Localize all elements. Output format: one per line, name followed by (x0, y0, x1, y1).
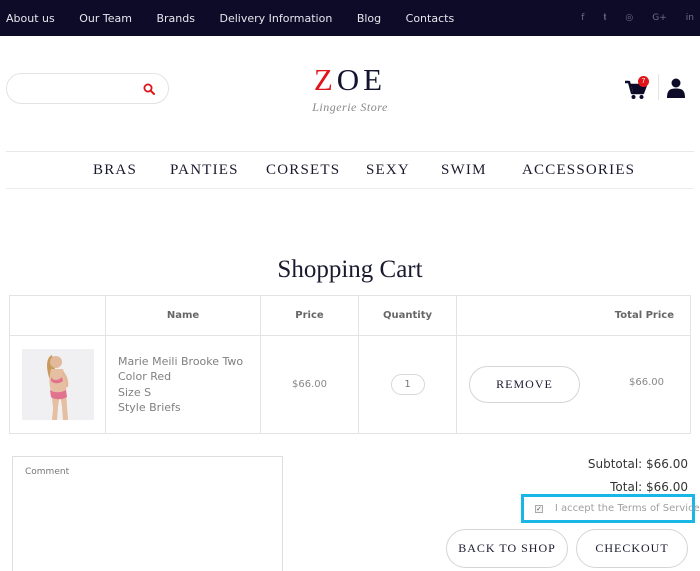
nav-link-blog[interactable]: Blog (357, 12, 381, 25)
product-image-cell (9, 335, 106, 434)
total-cell: REMOVE $66.00 (456, 335, 691, 434)
header-quantity: Quantity (358, 295, 457, 336)
quantity-input[interactable] (390, 374, 425, 395)
social-links: f 𝐭 ◎ G+ in (562, 0, 694, 36)
facebook-icon[interactable]: f (581, 13, 584, 23)
cart-count-badge: 7 (638, 76, 649, 87)
user-icon[interactable] (667, 78, 685, 98)
logo-first-letter: Z (313, 62, 337, 97)
category-corsets[interactable]: CORSETS (266, 162, 340, 179)
product-size: Size S (118, 385, 152, 399)
category-sexy[interactable]: SEXY (366, 162, 410, 179)
back-to-shop-button[interactable]: BACK TO SHOP (446, 529, 568, 568)
header-total-price: Total Price (456, 295, 691, 336)
remove-button[interactable]: REMOVE (469, 366, 580, 403)
order-total: Total: $66.00 (610, 480, 688, 494)
terms-highlight-box: ✓ I accept the Terms of Service (521, 494, 700, 523)
cart-table: Name Price Quantity Total Price Marie Me… (9, 295, 691, 434)
google-plus-icon[interactable]: G+ (652, 13, 667, 23)
category-bras[interactable]: BRAS (93, 162, 137, 179)
table-header-row: Name Price Quantity Total Price (9, 295, 691, 336)
line-total: $66.00 (629, 377, 664, 388)
product-color: Color Red (118, 370, 172, 383)
terms-label[interactable]: I accept the Terms of Service (555, 503, 700, 514)
header-divider (658, 74, 659, 100)
page-title: Shopping Cart (277, 256, 423, 283)
logo-rest: OE (336, 62, 387, 97)
table-row: Marie Meili Brooke Two Color Red Size S … (9, 335, 691, 434)
nav-link-contacts[interactable]: Contacts (406, 12, 455, 25)
terms-checkbox[interactable]: ✓ (535, 504, 543, 513)
instagram-icon[interactable]: ◎ (625, 13, 633, 23)
category-nav: BRAS PANTIES CORSETS SEXY SWIM ACCESSORI… (6, 151, 694, 189)
store-tagline: Lingerie Store (312, 100, 388, 114)
category-accessories[interactable]: ACCESSORIES (522, 162, 635, 179)
category-swim[interactable]: SWIM (441, 162, 487, 179)
top-bar: About us Our Team Brands Delivery Inform… (0, 0, 700, 36)
comment-textarea[interactable] (12, 456, 283, 571)
store-logo[interactable]: ZOE (0, 62, 700, 98)
twitter-icon[interactable]: 𝐭 (603, 13, 606, 23)
nav-link-delivery-information[interactable]: Delivery Information (219, 12, 332, 25)
header-price: Price (260, 295, 359, 336)
product-name[interactable]: Marie Meili Brooke Two (118, 354, 260, 370)
nav-link-our-team[interactable]: Our Team (79, 12, 132, 25)
quantity-cell (358, 335, 457, 434)
header-name: Name (105, 295, 261, 336)
subtotal: Subtotal: $66.00 (587, 457, 688, 471)
product-style: Style Briefs (118, 401, 181, 414)
product-name-cell: Marie Meili Brooke Two Color Red Size S … (105, 335, 261, 434)
nav-link-brands[interactable]: Brands (156, 12, 195, 25)
header-image (9, 295, 106, 336)
checkout-button[interactable]: CHECKOUT (576, 529, 688, 568)
linkedin-icon[interactable]: in (686, 13, 694, 23)
product-image[interactable] (22, 349, 94, 420)
nav-link-about-us[interactable]: About us (6, 12, 55, 25)
category-panties[interactable]: PANTIES (170, 162, 239, 179)
product-price: $66.00 (260, 335, 359, 434)
top-nav: About us Our Team Brands Delivery Inform… (6, 0, 479, 36)
